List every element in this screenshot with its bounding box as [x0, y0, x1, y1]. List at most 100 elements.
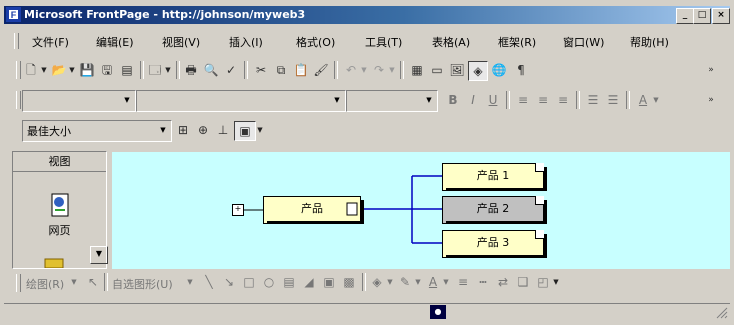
- line-icon[interactable]: ╲: [200, 273, 218, 291]
- line-color-dropdown-icon[interactable]: ▼: [414, 273, 422, 291]
- print-icon[interactable]: 🖶: [182, 61, 200, 79]
- font-color-icon[interactable]: A: [634, 91, 652, 109]
- italic-icon[interactable]: I: [464, 91, 482, 109]
- open-dropdown-icon[interactable]: ▼: [68, 61, 76, 79]
- print-preview-icon[interactable]: 🔍: [202, 61, 220, 79]
- standard-toolbar-grip[interactable]: [16, 61, 21, 79]
- picture-icon[interactable]: ▩: [340, 273, 358, 291]
- format-painter-icon[interactable]: 🖌: [312, 61, 330, 79]
- chevron-down-icon[interactable]: ▼: [120, 92, 134, 108]
- spelling-icon[interactable]: ✓: [222, 61, 240, 79]
- add-existing-page-icon[interactable]: ⊕: [194, 121, 212, 139]
- view-subtree-icon[interactable]: ▣: [234, 121, 256, 141]
- resize-grip-icon[interactable]: [716, 307, 728, 319]
- font-color-dropdown-icon[interactable]: ▼: [442, 273, 450, 291]
- page-view-icon[interactable]: [47, 192, 73, 218]
- maximize-button[interactable]: □: [693, 8, 711, 24]
- publish-web-icon[interactable]: 🖫: [98, 61, 116, 79]
- portrait-landscape-icon[interactable]: ⊞: [174, 121, 192, 139]
- line-color-icon[interactable]: ✎: [396, 273, 414, 291]
- toolbar-options-icon[interactable]: »: [702, 91, 720, 109]
- shadow-icon[interactable]: ❑: [514, 273, 532, 291]
- show-all-icon[interactable]: ¶: [512, 61, 530, 79]
- underline-icon[interactable]: U: [484, 91, 502, 109]
- redo-dropdown-icon[interactable]: ▼: [388, 61, 396, 79]
- menu-window[interactable]: 窗口(W): [563, 34, 604, 50]
- redo-icon[interactable]: ↷: [370, 61, 388, 79]
- wordart-icon[interactable]: ◢: [300, 273, 318, 291]
- preview-dropdown-icon[interactable]: ▼: [164, 61, 172, 79]
- clip-art-icon[interactable]: ▣: [320, 273, 338, 291]
- page-view-label[interactable]: 网页: [13, 222, 106, 238]
- menu-help[interactable]: 帮助(H): [630, 34, 669, 50]
- oval-icon[interactable]: ○: [260, 273, 278, 291]
- preview-browser-icon[interactable]: 🗔: [146, 61, 164, 79]
- external-hyperlink-icon[interactable]: ⊥: [214, 121, 232, 139]
- zoom-combo[interactable]: 最佳大小 ▼: [22, 120, 172, 142]
- views-scroll-down-button[interactable]: ▼: [90, 246, 108, 264]
- font-combo[interactable]: ▼: [136, 90, 346, 112]
- child-page-node[interactable]: 产品 3: [442, 230, 547, 258]
- navigation-canvas[interactable]: + 产品 产品 1 产品 2 产品 3: [112, 152, 730, 269]
- autoshapes-menu-button[interactable]: 自选图形(U): [112, 276, 173, 292]
- more-buttons-icon[interactable]: ▼: [552, 273, 560, 291]
- chevron-down-icon[interactable]: ▼: [156, 122, 170, 138]
- font-color-dropdown-icon[interactable]: ▼: [652, 91, 660, 109]
- save-icon[interactable]: 💾: [78, 61, 96, 79]
- menu-table[interactable]: 表格(A): [432, 34, 470, 50]
- minimize-button[interactable]: _: [676, 8, 694, 24]
- chevron-down-icon[interactable]: ▼: [422, 92, 436, 108]
- close-button[interactable]: ×: [712, 8, 730, 24]
- font-size-combo[interactable]: ▼: [346, 90, 438, 112]
- dash-style-icon[interactable]: ┅: [474, 273, 492, 291]
- copy-icon[interactable]: ⧉: [272, 61, 290, 79]
- fill-color-icon[interactable]: ◈: [368, 273, 386, 291]
- child-page-node-selected[interactable]: 产品 2: [442, 196, 547, 224]
- line-style-icon[interactable]: ≡: [454, 273, 472, 291]
- menu-insert[interactable]: 插入(I): [229, 34, 263, 50]
- draw-menu-button[interactable]: 绘图(R): [26, 276, 64, 292]
- style-combo[interactable]: ▼: [22, 90, 136, 112]
- arrow-icon[interactable]: ↘: [220, 273, 238, 291]
- menu-edit[interactable]: 编辑(E): [96, 34, 134, 50]
- menu-file[interactable]: 文件(F): [32, 34, 69, 50]
- open-folder-icon[interactable]: 📂: [50, 61, 68, 79]
- chevron-down-icon[interactable]: ▼: [330, 92, 344, 108]
- subtree-dropdown-icon[interactable]: ▼: [256, 121, 264, 139]
- formatting-toolbar-grip[interactable]: [16, 91, 21, 109]
- menu-tools[interactable]: 工具(T): [365, 34, 402, 50]
- font-color-icon[interactable]: A: [424, 273, 442, 291]
- 3d-icon[interactable]: ◰: [534, 273, 552, 291]
- fill-color-dropdown-icon[interactable]: ▼: [386, 273, 394, 291]
- drawing-toolbar-grip[interactable]: [16, 274, 21, 292]
- child-page-node[interactable]: 产品 1: [442, 163, 547, 191]
- insert-picture-icon[interactable]: 🖼: [448, 61, 466, 79]
- rectangle-icon[interactable]: □: [240, 273, 258, 291]
- web-component-icon[interactable]: ▦: [408, 61, 426, 79]
- undo-icon[interactable]: ↶: [342, 61, 360, 79]
- menu-format[interactable]: 格式(O): [296, 34, 335, 50]
- arrow-style-icon[interactable]: ⇄: [494, 273, 512, 291]
- menu-view[interactable]: 视图(V): [162, 34, 200, 50]
- root-page-node[interactable]: 产品: [263, 196, 364, 224]
- folder-list-icon[interactable]: ▤: [118, 61, 136, 79]
- toolbar-options-icon[interactable]: »: [702, 61, 720, 79]
- folders-view-icon[interactable]: [43, 256, 65, 268]
- paste-icon[interactable]: 📋: [292, 61, 310, 79]
- align-right-icon[interactable]: ≡: [554, 91, 572, 109]
- numbering-icon[interactable]: ☰: [584, 91, 602, 109]
- align-center-icon[interactable]: ≡: [534, 91, 552, 109]
- align-left-icon[interactable]: ≡: [514, 91, 532, 109]
- bullets-icon[interactable]: ☰: [604, 91, 622, 109]
- hyperlink-icon[interactable]: 🌐: [490, 61, 508, 79]
- menu-frames[interactable]: 框架(R): [498, 34, 536, 50]
- new-dropdown-icon[interactable]: ▼: [40, 61, 48, 79]
- select-objects-icon[interactable]: ↖: [84, 273, 102, 291]
- text-box-icon[interactable]: ▤: [280, 273, 298, 291]
- undo-dropdown-icon[interactable]: ▼: [360, 61, 368, 79]
- insert-table-icon[interactable]: ▭: [428, 61, 446, 79]
- draw-dropdown-icon[interactable]: ▼: [70, 273, 78, 291]
- autoshapes-dropdown-icon[interactable]: ▼: [186, 273, 194, 291]
- bold-icon[interactable]: B: [444, 91, 462, 109]
- new-page-icon[interactable]: 🗋: [22, 61, 40, 79]
